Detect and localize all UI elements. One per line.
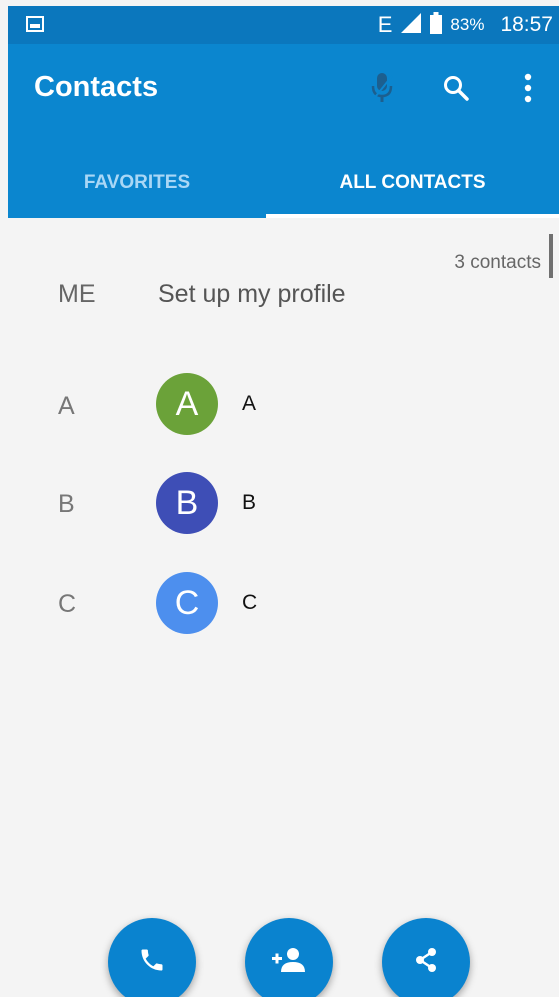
dial-icon [138, 946, 166, 979]
more-vert-icon [524, 73, 532, 108]
contact-name: C [242, 591, 258, 614]
more-options-button[interactable] [506, 68, 550, 112]
scrollbar-thumb[interactable] [549, 234, 553, 278]
page-title: Contacts [34, 71, 159, 103]
add-contact-button[interactable] [245, 918, 333, 997]
contact-name: A [242, 392, 257, 415]
tab-bar: FAVORITES ALL CONTACTS [8, 148, 559, 218]
contact-item-c[interactable]: C C [138, 572, 538, 636]
avatar: C [156, 572, 218, 634]
add-contact-icon [271, 946, 307, 979]
section-letter-b: B [58, 490, 75, 518]
contact-name: B [242, 491, 257, 514]
clock: 18:57 [500, 13, 553, 36]
section-letter-c: C [58, 590, 77, 618]
set-up-profile-item[interactable]: Set up my profile [158, 280, 346, 309]
tab-favorites[interactable]: FAVORITES [8, 148, 266, 218]
status-right: E 83% 18:57 [378, 6, 553, 44]
gallery-icon [26, 16, 44, 37]
section-letter-a: A [58, 392, 75, 420]
contact-list[interactable]: 3 contacts ME Set up my profile A A A B … [8, 218, 559, 997]
signal-icon [400, 12, 422, 39]
app-bar: Contacts [8, 44, 559, 148]
voice-search-button[interactable] [360, 68, 404, 112]
contacts-screen: E 83% 18:57 Contacts FAVORITES ALL CONTA… [0, 0, 559, 997]
network-type: E [377, 12, 393, 37]
avatar: A [156, 373, 218, 435]
me-section-label: ME [58, 280, 96, 308]
contact-item-b[interactable]: B B [138, 472, 538, 536]
share-icon [412, 946, 440, 979]
tab-all-contacts[interactable]: ALL CONTACTS [266, 148, 559, 218]
status-bar: E 83% 18:57 [8, 6, 559, 44]
battery-percent: 83% [450, 15, 485, 34]
avatar: B [156, 472, 218, 534]
contact-item-a[interactable]: A A [138, 373, 538, 437]
mic-icon [369, 72, 395, 109]
share-button[interactable] [382, 918, 470, 997]
search-button[interactable] [434, 68, 478, 112]
search-icon [443, 75, 469, 106]
contact-count: 3 contacts [454, 252, 541, 273]
battery-icon [430, 11, 443, 39]
dial-button[interactable] [108, 918, 196, 997]
